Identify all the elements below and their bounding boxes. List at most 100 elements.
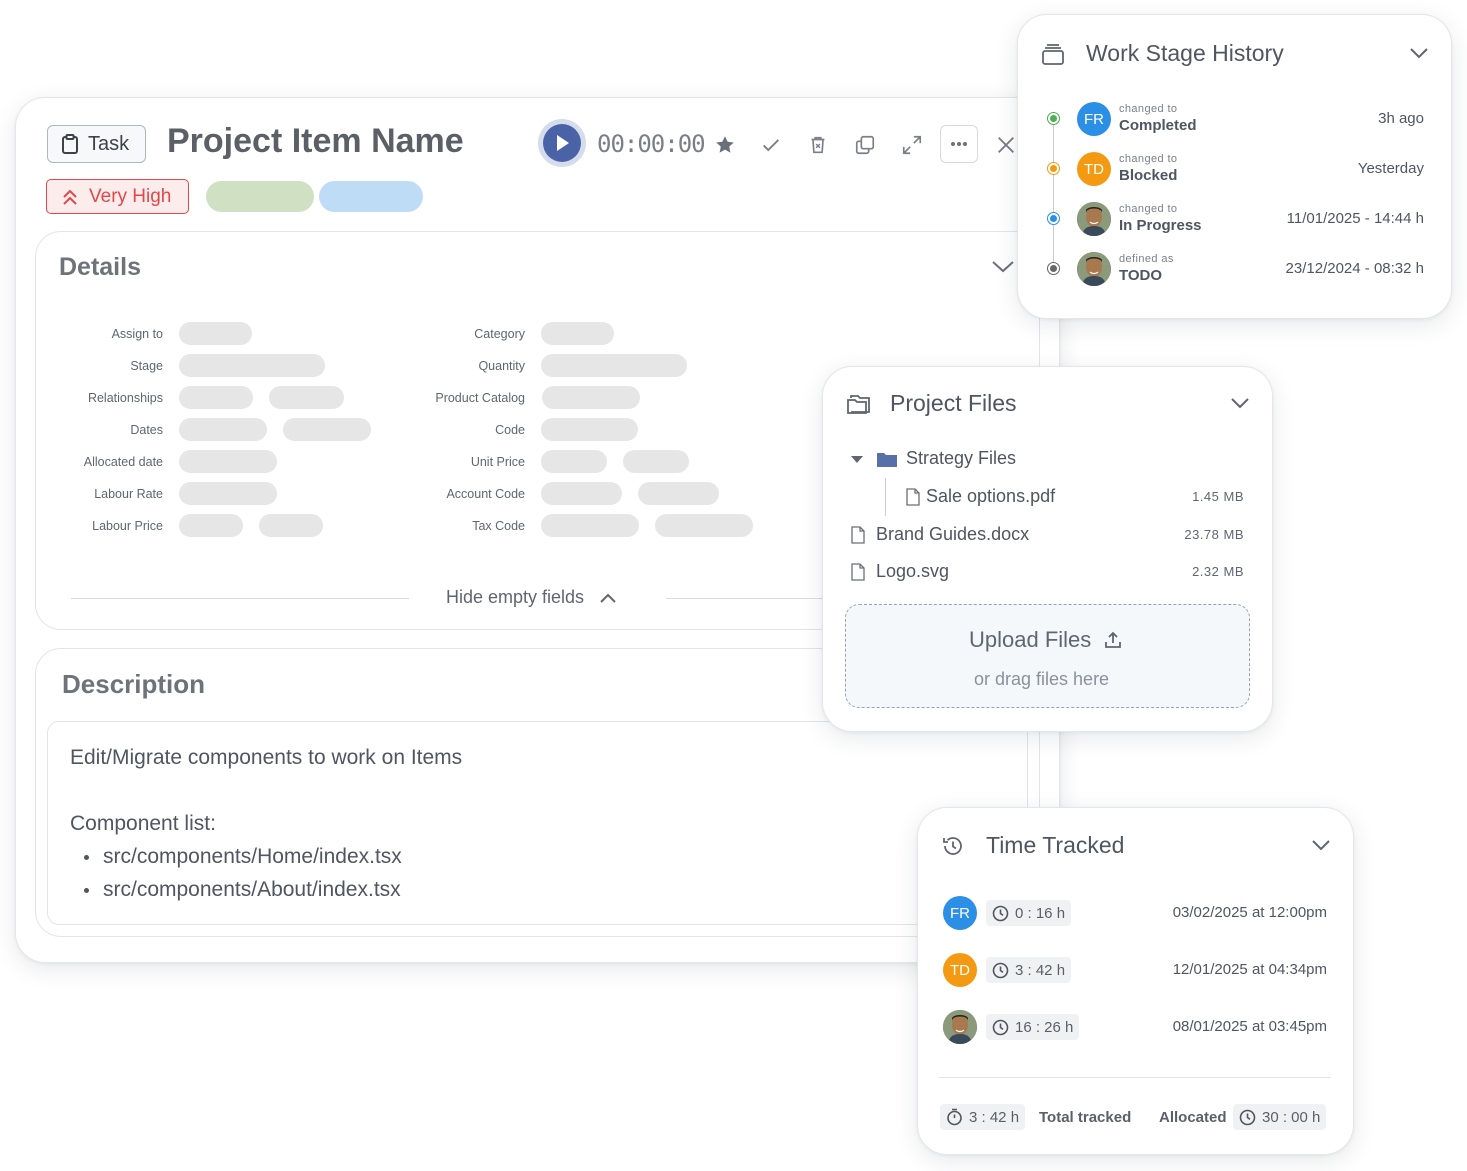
- folder-row[interactable]: Strategy Files: [848, 448, 1016, 469]
- chevron-down-icon[interactable]: [1229, 393, 1251, 413]
- more-button[interactable]: [940, 125, 978, 163]
- field-placeholder[interactable]: [179, 418, 267, 441]
- history-time: 3h ago: [1378, 110, 1424, 127]
- file-size: 1.45 MB: [1192, 489, 1244, 504]
- history-verb: changed to: [1119, 103, 1178, 115]
- history-status: Completed: [1119, 117, 1197, 134]
- tree-line: [885, 478, 886, 516]
- field-placeholder[interactable]: [638, 482, 719, 505]
- total-tracked-label: Total tracked: [1039, 1109, 1132, 1126]
- field-placeholder[interactable]: [541, 418, 638, 441]
- component-list-title: Component list:: [70, 812, 216, 835]
- time-entry-date: 08/01/2025 at 03:45pm: [1172, 1018, 1327, 1035]
- field-placeholder[interactable]: [541, 514, 639, 537]
- check-icon[interactable]: [754, 128, 788, 162]
- duplicate-icon[interactable]: [848, 128, 882, 162]
- chevron-up-icon: [600, 593, 616, 603]
- field-label: Tax Code: [472, 519, 525, 533]
- caret-down-icon: [851, 455, 863, 463]
- file-name[interactable]: Logo.svg: [876, 561, 949, 582]
- clock-icon: [992, 962, 1009, 979]
- history-time: 23/12/2024 - 08:32 h: [1285, 260, 1424, 277]
- upload-icon: [1105, 631, 1122, 648]
- chevron-down-icon[interactable]: [1310, 835, 1332, 855]
- field-label: Labour Price: [92, 519, 163, 533]
- chevron-down-icon[interactable]: [1408, 43, 1430, 63]
- field-placeholder[interactable]: [283, 418, 371, 441]
- time-title: Time Tracked: [986, 832, 1125, 858]
- timeline-dot: [1047, 112, 1060, 125]
- timeline-dot-fill: [1050, 215, 1057, 222]
- allocated-chip: 30 : 00 h: [1233, 1104, 1327, 1130]
- field-placeholder[interactable]: [541, 450, 607, 473]
- clipboard-icon: [60, 133, 80, 155]
- divider: [939, 1077, 1331, 1078]
- field-placeholder[interactable]: [541, 482, 622, 505]
- timeline-dot-fill: [1050, 165, 1057, 172]
- upload-label: Upload Files: [969, 627, 1092, 652]
- history-title: Work Stage History: [1086, 40, 1284, 66]
- field-placeholder[interactable]: [179, 386, 253, 409]
- file-name[interactable]: Sale options.pdf: [926, 486, 1055, 507]
- divider: [666, 598, 826, 599]
- field-label: Unit Price: [470, 455, 525, 469]
- file-size: 23.78 MB: [1184, 527, 1244, 542]
- timeline-dot: [1047, 162, 1060, 175]
- details-title: Details: [59, 253, 141, 281]
- duration-value: 0 : 16 h: [1015, 904, 1066, 922]
- list-item: src/components/Home/index.tsx: [103, 845, 402, 868]
- trash-icon[interactable]: [801, 128, 835, 162]
- field-placeholder[interactable]: [541, 354, 687, 377]
- field-label: Dates: [130, 423, 163, 437]
- field-placeholder[interactable]: [179, 450, 277, 473]
- avatar: TD: [943, 953, 977, 987]
- timeline-line: [1053, 122, 1054, 270]
- upload-files-button[interactable]: Upload Files: [969, 627, 1123, 653]
- folder-icon: [877, 452, 897, 467]
- field-placeholder[interactable]: [179, 322, 252, 345]
- description-title: Description: [62, 669, 206, 699]
- field-placeholder[interactable]: [259, 514, 323, 537]
- field-label: Allocated date: [83, 455, 163, 469]
- field-placeholder[interactable]: [179, 514, 243, 537]
- file-icon: [851, 563, 865, 581]
- avatar: [1077, 202, 1111, 236]
- priority-badge[interactable]: Very High: [46, 179, 189, 214]
- play-button[interactable]: [538, 119, 586, 167]
- timeline-dot: [1047, 212, 1060, 225]
- duration-value: 3 : 42 h: [1015, 961, 1066, 979]
- hide-empty-fields-label: Hide empty fields: [446, 587, 585, 607]
- history-status: Blocked: [1119, 167, 1178, 184]
- page-title[interactable]: Project Item Name: [167, 122, 464, 161]
- field-placeholder[interactable]: [542, 386, 640, 409]
- double-chevron-up-icon: [63, 189, 77, 205]
- tag-green[interactable]: [206, 181, 314, 212]
- clock-icon: [992, 905, 1009, 922]
- file-name[interactable]: Brand Guides.docx: [876, 524, 1029, 545]
- duration-chip: 3 : 42 h: [986, 957, 1072, 983]
- history-verb: changed to: [1119, 203, 1178, 215]
- tag-blue[interactable]: [319, 181, 423, 212]
- field-placeholder[interactable]: [623, 450, 689, 473]
- duration-chip: 16 : 26 h: [986, 1014, 1080, 1040]
- chevron-down-icon[interactable]: [990, 255, 1016, 277]
- allocated-value: 30 : 00 h: [1262, 1108, 1321, 1126]
- field-label: Assign to: [111, 327, 163, 341]
- history-time: Yesterday: [1357, 160, 1424, 177]
- field-label: Product Catalog: [435, 391, 525, 405]
- field-placeholder[interactable]: [655, 514, 753, 537]
- timeline-dot: [1047, 262, 1060, 275]
- expand-icon[interactable]: [895, 128, 929, 162]
- history-status: TODO: [1119, 267, 1163, 284]
- hide-empty-fields-button[interactable]: Hide empty fields: [446, 587, 618, 608]
- field-placeholder[interactable]: [269, 386, 344, 409]
- history-verb: defined as: [1119, 253, 1174, 265]
- star-icon[interactable]: [708, 128, 742, 162]
- field-placeholder[interactable]: [179, 482, 277, 505]
- time-entry-date: 03/02/2025 at 12:00pm: [1172, 904, 1327, 921]
- field-placeholder[interactable]: [541, 322, 614, 345]
- upload-hint: or drag files here: [974, 669, 1110, 689]
- upload-dropzone[interactable]: [845, 604, 1250, 708]
- field-placeholder[interactable]: [179, 354, 325, 377]
- task-type-badge[interactable]: Task: [47, 125, 146, 163]
